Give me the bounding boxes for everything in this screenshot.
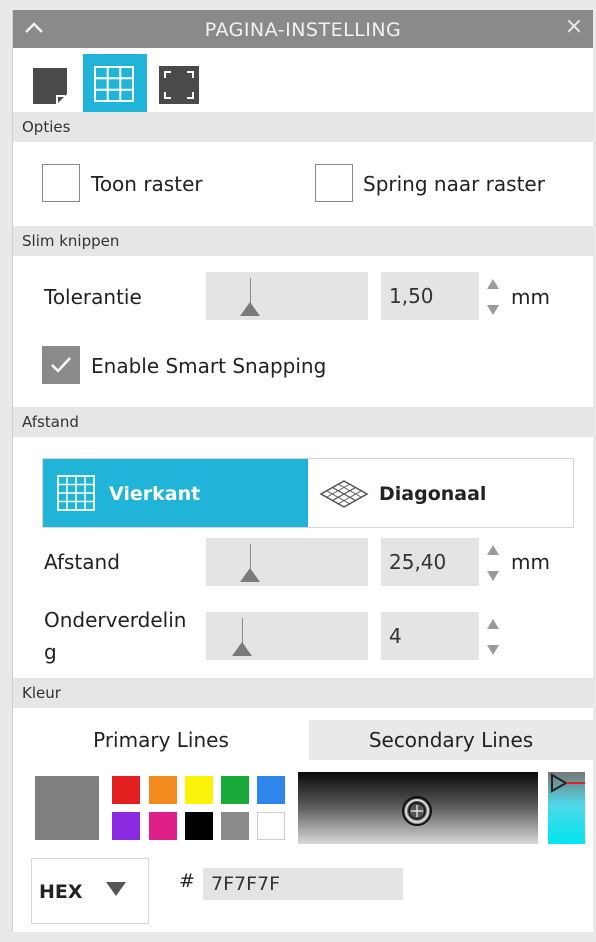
panel-title: PAGINA-INSTELLING [204,19,402,41]
picker-target-icon[interactable] [400,794,434,828]
frame-icon [159,66,199,104]
subdivision-input[interactable]: 4 [381,612,479,660]
show-grid-label: Toon raster [91,172,203,196]
tolerance-slider-handle[interactable] [240,302,260,316]
tolerance-spinner-icon[interactable] [485,275,501,319]
distance-spinner-icon[interactable] [485,541,501,585]
tab-primary-lines[interactable]: Primary Lines [13,720,309,760]
swatch-black[interactable] [185,812,213,840]
hue-slider[interactable] [548,772,585,844]
dropdown-arrow-icon [106,882,126,896]
tolerance-label: Tolerantie [44,285,142,309]
tab-secondary-lines[interactable]: Secondary Lines [309,720,593,760]
smart-snapping-checkbox[interactable] [42,346,80,384]
swatch-red[interactable] [112,776,140,804]
color-gradient-picker[interactable] [298,772,538,844]
tolerance-unit: mm [511,285,550,309]
section-options: Opties [13,112,593,142]
square-grid-icon [57,475,95,511]
swatch-white[interactable] [257,812,285,840]
checkmark-icon [51,357,71,373]
color-format-value: HEX [39,881,83,903]
subdivision-spinner-icon[interactable] [485,615,501,659]
close-icon[interactable]: × [563,16,585,38]
color-format-dropdown[interactable]: HEX [31,858,149,924]
distance-slider[interactable] [206,538,368,586]
grid-settings-tab[interactable] [83,54,147,116]
hue-slider-handle-icon[interactable] [548,772,585,794]
section-smart-cut: Slim knippen [13,226,593,256]
current-color-preview [35,776,99,840]
subdivision-slider-handle[interactable] [232,642,252,656]
swatch-blue[interactable] [257,776,285,804]
diagonal-grid-option[interactable]: Diagonaal [309,459,573,527]
distance-label: Afstand [44,550,120,574]
distance-input[interactable]: 25,40 [381,538,479,586]
subdivision-label-line2: g [44,640,57,664]
hex-hash-label: # [179,870,195,892]
square-grid-label: Vierkant [109,483,201,505]
distance-slider-handle[interactable] [240,568,260,582]
swatch-yellow[interactable] [185,776,213,804]
line-type-tabs: Primary Lines Secondary Lines [13,720,593,760]
distance-unit: mm [511,550,550,574]
page-settings-panel: PAGINA-INSTELLING × Opties Toon raster S… [12,10,593,932]
swatch-magenta[interactable] [149,812,177,840]
diagonal-grid-icon [319,480,369,508]
settings-toolbar [13,48,593,122]
swatch-orange[interactable] [149,776,177,804]
tolerance-slider[interactable] [206,272,368,320]
section-color: Kleur [13,678,593,708]
hex-color-input[interactable]: 7F7F7F [203,868,403,900]
subdivision-slider[interactable] [206,612,368,660]
square-grid-option[interactable]: Vierkant [43,459,308,527]
page-setup-tab[interactable] [19,54,83,116]
tolerance-input[interactable]: 1,50 [381,272,479,320]
frame-tab[interactable] [147,54,211,116]
swatch-purple[interactable] [112,812,140,840]
swatch-green[interactable] [221,776,249,804]
grid-type-segmented-control: Vierkant Diagonaal [42,458,574,528]
page-icon [33,68,67,104]
snap-to-grid-checkbox[interactable] [315,164,353,202]
diagonal-grid-label: Diagonaal [379,483,487,505]
grid-icon [94,66,134,102]
show-grid-checkbox[interactable] [42,164,80,202]
swatch-gray[interactable] [221,812,249,840]
section-spacing: Afstand [13,407,593,437]
snap-to-grid-label: Spring naar raster [363,172,545,196]
title-bar: PAGINA-INSTELLING × [13,10,593,48]
smart-snapping-label: Enable Smart Snapping [91,354,327,378]
subdivision-label-line1: Onderverdelin [44,608,187,632]
